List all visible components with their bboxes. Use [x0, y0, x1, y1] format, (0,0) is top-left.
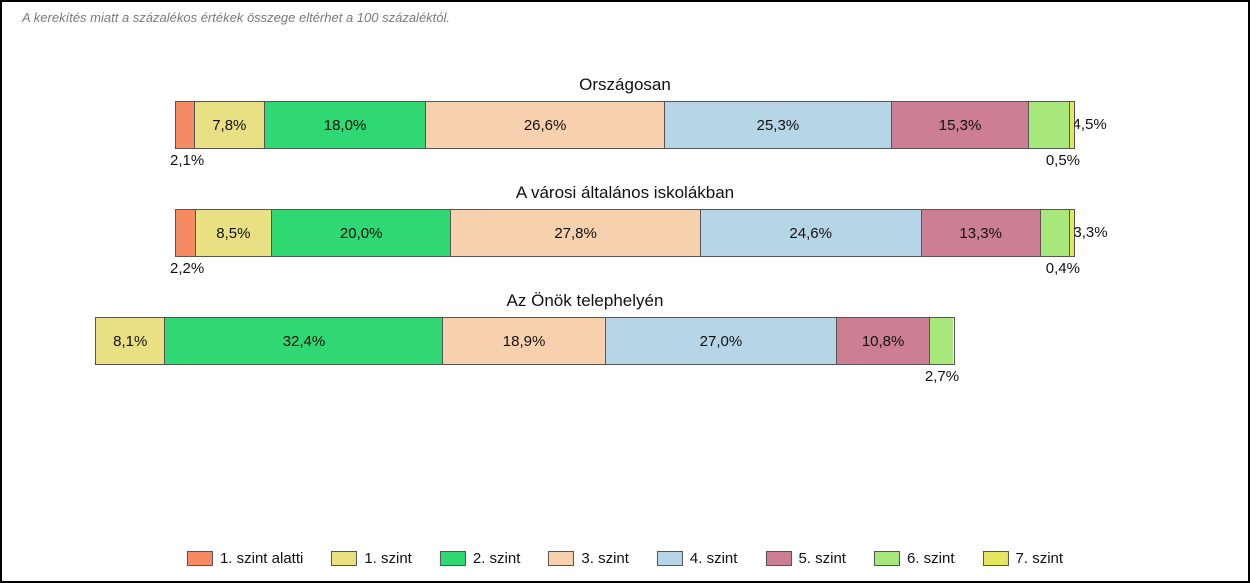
legend-item-0: 1. szint alatti [187, 550, 303, 567]
bar-title: A városi általános iskolákban [175, 183, 1075, 203]
seg-2-szint: 18,0% [265, 102, 426, 148]
swatch-icon [548, 551, 574, 566]
seg-label: 8,1% [113, 333, 147, 350]
legend-item-5: 5. szint [765, 550, 846, 567]
seg-3-szint: 18,9% [443, 318, 605, 364]
swatch-icon [440, 551, 466, 566]
legend-label: 4. szint [690, 550, 738, 567]
seg-label: 4,5% [1073, 116, 1107, 133]
seg-label: 18,9% [503, 333, 546, 350]
seg-label: 2,1% [170, 152, 204, 169]
legend-label: 6. szint [907, 550, 955, 567]
swatch-icon [765, 551, 791, 566]
seg-label: 15,3% [939, 117, 982, 134]
seg-label: 24,6% [789, 225, 832, 242]
seg-4-szint: 27,0% [606, 318, 838, 364]
stacked-bar: 2,1% 7,8% 18,0% 26,6% 25,3% 15 [175, 101, 1075, 149]
swatch-icon [874, 551, 900, 566]
legend-item-2: 2. szint [440, 550, 521, 567]
bar-title: Az Önök telephelyén [95, 291, 1075, 311]
seg-label: 7,8% [212, 117, 246, 134]
seg-label: 3,3% [1073, 224, 1107, 241]
seg-label: 26,6% [524, 117, 567, 134]
legend-label: 1. szint alatti [220, 550, 303, 567]
seg-4-szint: 25,3% [665, 102, 892, 148]
seg-2-szint: 32,4% [165, 318, 443, 364]
chart-container: A kerekítés miatt a százalékos értékek ö… [0, 0, 1250, 583]
seg-2-szint: 20,0% [272, 210, 451, 256]
seg-6-szint: 3,3% [1041, 210, 1071, 256]
bars-area: Országosan 2,1% 7,8% 18,0% 26,6% [175, 75, 1075, 365]
swatch-icon [983, 551, 1009, 566]
legend-label: 3. szint [581, 550, 629, 567]
legend: 1. szint alatti 1. szint 2. szint 3. szi… [187, 550, 1063, 567]
legend-label: 5. szint [798, 550, 846, 567]
seg-5-szint: 10,8% [837, 318, 930, 364]
seg-4-szint: 24,6% [701, 210, 922, 256]
bar-group-orszagosan: Országosan 2,1% 7,8% 18,0% 26,6% [175, 75, 1075, 149]
legend-item-1: 1. szint [331, 550, 412, 567]
seg-6-szint: 2,7% [930, 318, 953, 364]
seg-3-szint: 26,6% [426, 102, 665, 148]
seg-label: 0,4% [1046, 260, 1080, 277]
bar-row: 2,1% 7,8% 18,0% 26,6% 25,3% 15 [175, 101, 1075, 149]
seg-7-szint: 0,4% [1070, 210, 1074, 256]
seg-label: 27,0% [700, 333, 743, 350]
seg-6-szint: 4,5% [1029, 102, 1069, 148]
seg-label: 20,0% [340, 225, 383, 242]
seg-3-szint: 27,8% [451, 210, 700, 256]
seg-1-szint: 8,5% [196, 210, 272, 256]
stacked-bar: 8,1% 32,4% 18,9% 27,0% 10,8% 2 [95, 317, 955, 365]
bar-title: Országosan [175, 75, 1075, 95]
legend-item-4: 4. szint [657, 550, 738, 567]
seg-label: 8,5% [216, 225, 250, 242]
bar-row: 8,1% 32,4% 18,9% 27,0% 10,8% 2 [175, 317, 1075, 365]
seg-5-szint: 15,3% [892, 102, 1029, 148]
bar-group-onok: Az Önök telephelyén 8,1% 32,4% 18,9% 27,… [95, 291, 1075, 365]
seg-label: 10,8% [862, 333, 905, 350]
seg-label: 0,5% [1046, 152, 1080, 169]
seg-label: 25,3% [757, 117, 800, 134]
legend-item-3: 3. szint [548, 550, 629, 567]
seg-1-szint: 7,8% [195, 102, 265, 148]
seg-1-szint: 8,1% [96, 318, 165, 364]
bar-row: 2,2% 8,5% 20,0% 27,8% 24,6% 13 [175, 209, 1075, 257]
stacked-bar: 2,2% 8,5% 20,0% 27,8% 24,6% 13 [175, 209, 1075, 257]
seg-label: 13,3% [959, 225, 1002, 242]
seg-szint-alatti: 2,1% [176, 102, 195, 148]
legend-item-6: 6. szint [874, 550, 955, 567]
legend-label: 2. szint [473, 550, 521, 567]
swatch-icon [187, 551, 213, 566]
legend-label: 1. szint [364, 550, 412, 567]
seg-label: 18,0% [324, 117, 367, 134]
seg-5-szint: 13,3% [922, 210, 1041, 256]
swatch-icon [657, 551, 683, 566]
legend-label: 7. szint [1016, 550, 1064, 567]
swatch-icon [331, 551, 357, 566]
footnote-text: A kerekítés miatt a százalékos értékek ö… [22, 10, 1228, 25]
bar-group-varosi: A városi általános iskolákban 2,2% 8,5% … [175, 183, 1075, 257]
seg-label: 2,2% [170, 260, 204, 277]
seg-szint-alatti: 2,2% [176, 210, 196, 256]
seg-label: 32,4% [283, 333, 326, 350]
legend-item-7: 7. szint [983, 550, 1064, 567]
seg-label: 2,7% [925, 368, 959, 385]
seg-label: 27,8% [554, 225, 597, 242]
seg-7-szint: 0,5% [1070, 102, 1074, 148]
